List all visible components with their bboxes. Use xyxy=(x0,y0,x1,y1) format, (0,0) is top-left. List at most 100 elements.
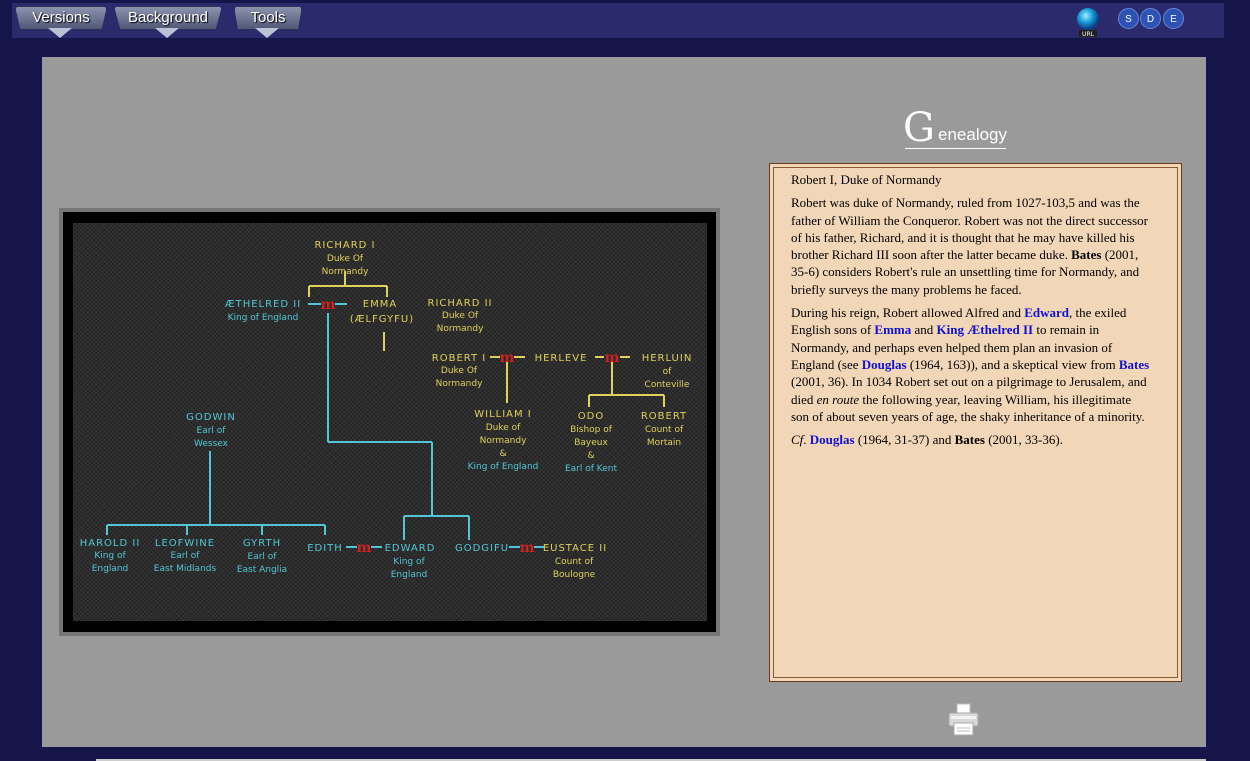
person-name: EUSTACE II xyxy=(543,543,607,554)
svg-text:Normandy: Normandy xyxy=(480,436,527,446)
paragraph-2: During his reign, Robert allowed Alfred … xyxy=(791,305,1150,424)
svg-text:Normandy: Normandy xyxy=(436,379,483,389)
douglas-link[interactable]: Douglas xyxy=(810,432,855,447)
url-label: URL xyxy=(1082,31,1095,38)
svg-text:King of England: King of England xyxy=(468,462,539,472)
svg-text:Bayeux: Bayeux xyxy=(574,438,608,448)
yellow-lines xyxy=(308,271,665,407)
person-harold-ii: HAROLD II King of England xyxy=(80,538,141,574)
chevron-down-icon[interactable] xyxy=(155,28,179,38)
chevron-down-icon[interactable] xyxy=(48,28,72,38)
person-name: RICHARD I xyxy=(314,240,375,251)
background-menu-label[interactable]: Background xyxy=(114,6,222,30)
svg-text:Mortain: Mortain xyxy=(647,438,681,448)
marriage-mark: m xyxy=(357,540,372,556)
svg-text:Wessex: Wessex xyxy=(194,439,229,449)
svg-text:East Midlands: East Midlands xyxy=(154,564,217,574)
s-button[interactable]: S xyxy=(1118,8,1139,29)
family-tree-diagram: m m m m m RICHARD I Duke Of Normandy ÆTH… xyxy=(80,240,693,580)
bates-ref: Bates xyxy=(1071,247,1102,263)
svg-text:Boulogne: Boulogne xyxy=(553,570,596,580)
person-name: HAROLD II xyxy=(80,538,141,549)
tools-menu[interactable]: Tools xyxy=(234,6,302,38)
person-herluin: HERLUIN of Conteville xyxy=(642,353,693,390)
person-name: WILLIAM I xyxy=(474,409,532,420)
title-rest: enealogy xyxy=(938,125,1008,144)
svg-text:Duke Of: Duke Of xyxy=(327,254,364,264)
svg-text:King of England: King of England xyxy=(228,313,299,323)
svg-text:Normandy: Normandy xyxy=(437,324,484,334)
bates-link[interactable]: Bates xyxy=(1119,357,1149,372)
svg-text:East Anglia: East Anglia xyxy=(237,565,287,575)
svg-text:Duke of: Duke of xyxy=(486,423,521,433)
svg-text:Count of: Count of xyxy=(645,425,684,435)
person-godgifu: GODGIFU xyxy=(455,543,509,554)
paragraph-1: Robert was duke of Normandy, ruled from … xyxy=(791,195,1148,297)
svg-text:Conteville: Conteville xyxy=(645,380,690,390)
d-button[interactable]: D xyxy=(1140,8,1161,29)
family-tree-frame: m m m m m RICHARD I Duke Of Normandy ÆTH… xyxy=(59,208,720,636)
svg-text:King of: King of xyxy=(393,557,425,567)
chevron-down-icon[interactable] xyxy=(255,28,279,38)
info-heading: Robert I, Duke of Normandy xyxy=(791,172,942,187)
douglas-link[interactable]: Douglas xyxy=(862,357,907,372)
person-william-i: WILLIAM I Duke of Normandy & King of Eng… xyxy=(468,409,539,472)
versions-menu-label[interactable]: Versions xyxy=(15,6,107,30)
aethelred-link[interactable]: King Æthelred II xyxy=(937,322,1034,337)
paragraph-3: Cf. Douglas (1964, 31-37) and Bates (200… xyxy=(791,432,1063,448)
top-toolbar: Versions Background Tools URL S D E xyxy=(12,3,1224,38)
person-name: RICHARD II xyxy=(428,298,493,309)
cyan-lines xyxy=(106,303,544,548)
info-box: Robert I, Duke of Normandy Robert was du… xyxy=(769,163,1182,682)
person-name: HERLUIN xyxy=(642,353,693,364)
person-richard-i: RICHARD I Duke Of Normandy xyxy=(314,240,375,277)
svg-text:&: & xyxy=(587,451,594,461)
person-edith: EDITH xyxy=(307,543,343,554)
title-initial: G xyxy=(903,105,935,151)
genealogy-title: G enealogy xyxy=(903,108,1013,150)
person-name: GODWIN xyxy=(186,412,236,423)
svg-text:(ÆLFGYFU): (ÆLFGYFU) xyxy=(350,314,414,325)
svg-text:Bishop of: Bishop of xyxy=(570,425,613,435)
marriage-mark: m xyxy=(321,297,336,313)
svg-text:Earl of: Earl of xyxy=(171,551,201,561)
versions-menu[interactable]: Versions xyxy=(15,6,107,38)
background-menu[interactable]: Background xyxy=(114,6,222,38)
svg-text:Earl of: Earl of xyxy=(197,426,227,436)
person-herleve: HERLEVE xyxy=(535,353,587,364)
person-name: EDITH xyxy=(307,543,343,554)
marriage-mark: m xyxy=(605,350,620,366)
edward-link[interactable]: Edward xyxy=(1024,305,1069,320)
person-name: ROBERT I xyxy=(432,353,486,364)
person-name: ROBERT xyxy=(641,411,687,422)
person-name: LEOFWINE xyxy=(155,538,215,549)
person-name: GODGIFU xyxy=(455,543,509,554)
info-text: Robert I, Duke of Normandy Robert was du… xyxy=(791,171,1151,454)
tools-menu-label[interactable]: Tools xyxy=(234,6,302,30)
person-name: GYRTH xyxy=(243,538,281,549)
emma-link[interactable]: Emma xyxy=(874,322,911,337)
svg-text:England: England xyxy=(391,570,428,580)
family-tree: m m m m m RICHARD I Duke Of Normandy ÆTH… xyxy=(73,223,707,621)
person-aethelred-ii: ÆTHELRED II King of England xyxy=(225,299,300,323)
svg-text:Earl of Kent: Earl of Kent xyxy=(565,464,617,474)
e-button[interactable]: E xyxy=(1163,8,1184,29)
print-button[interactable] xyxy=(948,703,979,736)
svg-text:King of: King of xyxy=(94,551,126,561)
marriage-mark: m xyxy=(520,540,535,556)
person-leofwine: LEOFWINE Earl of East Midlands xyxy=(154,538,217,574)
person-robert-i: ROBERT I Duke Of Normandy xyxy=(432,353,486,389)
bates-ref: Bates xyxy=(954,432,985,448)
svg-text:England: England xyxy=(92,564,129,574)
person-odo: ODO Bishop of Bayeux & Earl of Kent xyxy=(565,411,617,474)
url-globe-button[interactable]: URL xyxy=(1073,7,1103,38)
printer-icon xyxy=(948,703,979,736)
person-eustace-ii: EUSTACE II Count of Boulogne xyxy=(543,543,607,580)
svg-text:Earl of: Earl of xyxy=(248,552,278,562)
person-richard-ii: RICHARD II Duke Of Normandy xyxy=(428,298,493,334)
svg-text:Normandy: Normandy xyxy=(322,267,369,277)
person-robert-mortain: ROBERT Count of Mortain xyxy=(641,411,687,448)
globe-icon: URL xyxy=(1077,8,1099,38)
person-gyrth: GYRTH Earl of East Anglia xyxy=(237,538,287,575)
svg-text:of: of xyxy=(663,367,673,377)
